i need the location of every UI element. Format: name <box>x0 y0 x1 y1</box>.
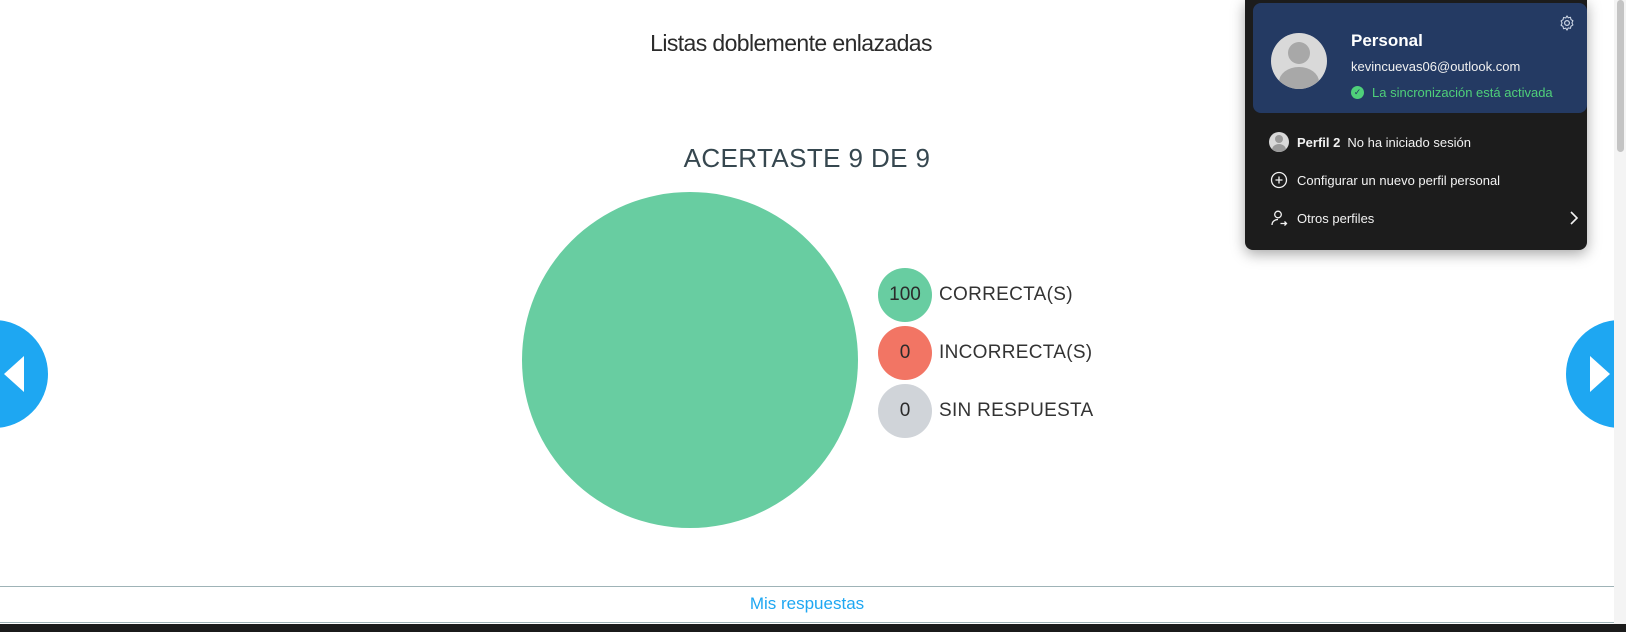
legend-badge-correct: 100 <box>878 268 932 322</box>
active-profile-card[interactable]: Personal kevincuevas06@outlook.com ✓ La … <box>1253 3 1587 113</box>
other-profiles-item[interactable]: Otros perfiles <box>1269 206 1579 230</box>
chevron-right-icon <box>1570 211 1579 225</box>
profile-2-status: No ha iniciado sesión <box>1347 134 1471 150</box>
sync-status: ✓ La sincronización está activada <box>1351 85 1553 100</box>
legend-label-correct: CORRECTA(S) <box>939 284 1073 305</box>
other-profiles-label: Otros perfiles <box>1297 210 1375 226</box>
legend-label-unanswered: SIN RESPUESTA <box>939 400 1094 421</box>
gear-icon[interactable] <box>1558 14 1576 32</box>
profile-name: Personal <box>1351 31 1423 50</box>
avatar-small <box>1269 132 1289 152</box>
my-answers-link[interactable]: Mis respuestas <box>750 594 864 613</box>
legend-badge-incorrect: 0 <box>878 326 932 380</box>
check-circle-icon: ✓ <box>1351 86 1364 99</box>
triangle-left-icon <box>4 356 24 392</box>
legend-item-correct: 100 CORRECTA(S) <box>878 268 1073 322</box>
window-bottom-edge <box>0 624 1626 632</box>
user-switch-icon <box>1271 210 1288 226</box>
plus-circle-icon <box>1270 171 1288 189</box>
sync-status-text: La sincronización está activada <box>1372 85 1553 100</box>
profile-email: kevincuevas06@outlook.com <box>1351 59 1521 74</box>
profile-2-name: Perfil 2 <box>1297 134 1341 150</box>
results-pie-chart <box>522 192 858 528</box>
pie-slice-0 <box>522 192 858 528</box>
profile-2-item[interactable]: Perfil 2 No ha iniciado sesión <box>1269 130 1569 154</box>
previous-button[interactable] <box>0 320 48 428</box>
avatar <box>1271 33 1327 89</box>
scrollbar-thumb[interactable] <box>1617 0 1624 152</box>
legend-label-incorrect: INCORRECTA(S) <box>939 342 1093 363</box>
add-profile-item[interactable]: Configurar un nuevo perfil personal <box>1269 168 1569 192</box>
legend-item-incorrect: 0 INCORRECTA(S) <box>878 326 1092 380</box>
legend-badge-unanswered: 0 <box>878 384 932 438</box>
triangle-right-icon <box>1590 356 1610 392</box>
legend-item-unanswered: 0 SIN RESPUESTA <box>878 384 1094 438</box>
add-profile-label: Configurar un nuevo perfil personal <box>1297 172 1501 188</box>
profile-popup: Personal kevincuevas06@outlook.com ✓ La … <box>1245 0 1587 250</box>
answers-bar: Mis respuestas <box>0 586 1614 623</box>
